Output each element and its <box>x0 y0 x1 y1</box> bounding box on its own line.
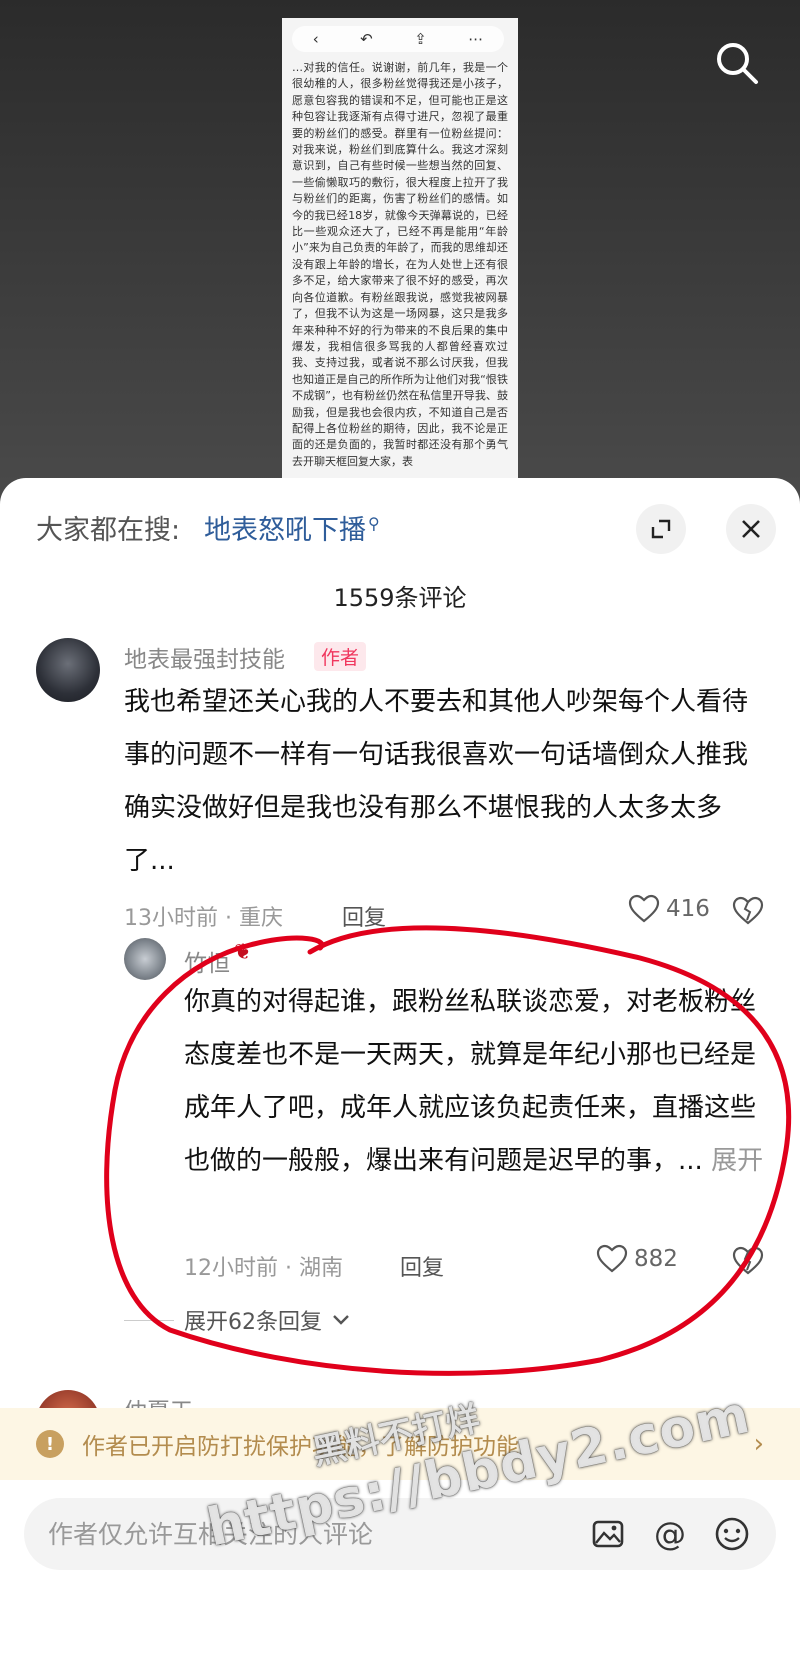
back-icon: ‹ <box>312 29 319 48</box>
heart-icon <box>596 1244 628 1273</box>
document-screenshot: ‹ ↶ ⇪ ⋯ …对我的信任。说谢谢，前几年，我是一个很幼稚的人，很多粉丝觉得我… <box>282 18 518 500</box>
warning-icon: ! <box>36 1430 64 1458</box>
trending-search-link[interactable]: 地表怒吼下播 ⚲ <box>204 508 380 547</box>
like-count: 416 <box>666 896 710 922</box>
chevron-right-icon: › <box>753 1429 764 1459</box>
reply-avatar[interactable] <box>124 938 166 980</box>
author-badge: 作者 <box>314 642 367 671</box>
like-button[interactable]: 416 <box>628 894 710 924</box>
chevron-down-icon <box>333 1315 349 1325</box>
at-icon[interactable]: @ <box>650 1514 690 1554</box>
cherry-emoji-icon: ❦ <box>234 940 253 965</box>
expand-text-button[interactable]: 展开 <box>711 1146 763 1176</box>
sheet-header: 大家都在搜: 地表怒吼下播 ⚲ <box>0 478 800 578</box>
comment-input[interactable] <box>48 1519 566 1549</box>
share-icon: ⇪ <box>414 29 427 48</box>
like-button[interactable]: 882 <box>596 1244 678 1274</box>
comment-text: 我也希望还关心我的人不要去和其他人吵架每个人看待事的问题不一样有一句话我很喜欢一… <box>124 687 749 876</box>
reply-button[interactable]: 回复 <box>342 900 386 932</box>
notice-text: 作者已开启防打扰保护功能，了解防护功能 <box>82 1434 519 1460</box>
search-icon[interactable] <box>712 38 762 88</box>
expand-icon[interactable] <box>636 504 686 554</box>
document-text: …对我的信任。说谢谢，前几年，我是一个很幼稚的人，很多粉丝觉得我还是小孩子，愿意… <box>292 61 508 468</box>
doc-toolbar: ‹ ↶ ⇪ ⋯ <box>292 26 504 52</box>
image-icon[interactable] <box>588 1514 628 1554</box>
close-icon[interactable] <box>726 504 776 554</box>
comment-meta: 13小时前 · 重庆 <box>124 906 283 931</box>
reply-text: 你真的对得起谁，跟粉丝私联谈恋爱，对老板粉丝态度差也不是一天两天，就算是年纪小那… <box>184 987 764 1176</box>
reply-username[interactable]: 竹恒 <box>184 944 230 978</box>
search-small-icon: ⚲ <box>368 514 380 533</box>
expand-replies-button[interactable]: 展开62条回复 <box>124 1304 350 1336</box>
reply-meta: 12小时前 · 湖南 <box>184 1256 343 1281</box>
trending-label: 大家都在搜: <box>36 515 181 546</box>
more-icon: ⋯ <box>468 29 484 48</box>
divider <box>124 1319 174 1321</box>
broken-heart-icon[interactable] <box>732 896 764 930</box>
protection-notice-bar[interactable]: ! 作者已开启防打扰保护功能，了解防护功能 › <box>0 1408 800 1480</box>
media-viewer: ‹ ↶ ⇪ ⋯ …对我的信任。说谢谢，前几年，我是一个很幼稚的人，很多粉丝觉得我… <box>0 0 800 500</box>
emoji-icon[interactable] <box>712 1514 752 1554</box>
comment-count: 1559条评论 <box>333 584 467 612</box>
expand-replies-label: 展开62条回复 <box>184 1310 322 1335</box>
reply-button[interactable]: 回复 <box>400 1250 444 1282</box>
broken-heart-icon[interactable] <box>732 1246 764 1280</box>
heart-icon <box>628 894 660 923</box>
comment-sheet: 大家都在搜: 地表怒吼下播 ⚲ 1559条评论 地表最强封技能 作者 我也希望还关… <box>0 478 800 1654</box>
avatar[interactable] <box>36 638 100 702</box>
comment-username[interactable]: 地表最强封技能 <box>124 640 285 674</box>
comment-input-bar: @ <box>24 1498 776 1570</box>
undo-icon: ↶ <box>360 29 373 48</box>
like-count: 882 <box>634 1246 678 1272</box>
